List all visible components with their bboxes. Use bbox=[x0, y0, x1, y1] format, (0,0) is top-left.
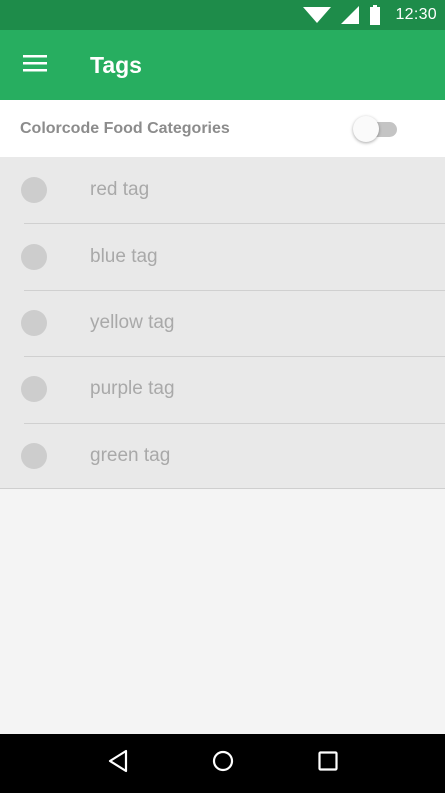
back-icon bbox=[107, 749, 129, 778]
hamburger-menu-icon bbox=[23, 54, 47, 77]
back-button[interactable] bbox=[98, 744, 138, 784]
system-nav-bar bbox=[0, 734, 445, 793]
wifi-icon bbox=[303, 6, 332, 24]
colorcode-setting-row: Colorcode Food Categories bbox=[0, 100, 445, 157]
menu-button[interactable] bbox=[0, 30, 70, 100]
tag-label: blue tag bbox=[90, 245, 158, 267]
tag-color-dot bbox=[21, 177, 47, 204]
tag-label: red tag bbox=[90, 179, 150, 201]
list-item[interactable]: yellow tag bbox=[0, 289, 445, 356]
signal-icon bbox=[341, 6, 360, 24]
status-time: 12:30 bbox=[395, 6, 437, 23]
home-button[interactable] bbox=[203, 744, 243, 784]
list-item[interactable]: purple tag bbox=[0, 356, 445, 422]
status-bar: 12:30 bbox=[0, 0, 445, 30]
battery-icon bbox=[369, 5, 381, 25]
tags-screen: 12:30 Tags Colorcode Food Categories red… bbox=[0, 0, 445, 793]
list-item[interactable]: blue tag bbox=[0, 223, 445, 289]
list-item[interactable]: red tag bbox=[0, 157, 445, 223]
tag-list: red tag blue tag yellow tag purple tag g… bbox=[0, 157, 445, 489]
page-title: Tags bbox=[90, 51, 142, 78]
tag-color-dot bbox=[21, 442, 47, 469]
tag-color-dot bbox=[21, 309, 47, 336]
tag-color-dot bbox=[21, 376, 47, 403]
list-item[interactable]: green tag bbox=[0, 422, 445, 489]
tag-label: yellow tag bbox=[90, 311, 175, 333]
recents-icon bbox=[317, 751, 338, 776]
home-icon bbox=[212, 750, 234, 777]
app-bar: Tags bbox=[0, 30, 445, 100]
colorcode-toggle[interactable] bbox=[353, 115, 399, 142]
tag-color-dot bbox=[21, 243, 47, 270]
tag-label: green tag bbox=[90, 444, 171, 466]
toggle-thumb bbox=[353, 115, 379, 142]
tag-label: purple tag bbox=[90, 378, 175, 400]
recents-button[interactable] bbox=[308, 744, 348, 784]
colorcode-label: Colorcode Food Categories bbox=[20, 119, 230, 137]
